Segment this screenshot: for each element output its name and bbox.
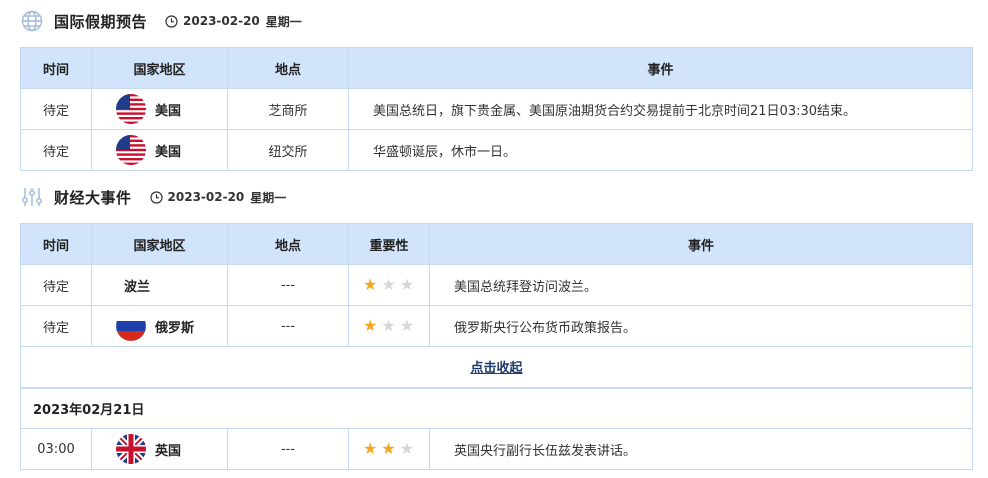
col-header-country: 国家地区 <box>91 47 228 89</box>
star-empty-icon: ★ <box>399 316 415 335</box>
importance-stars: ★ ★ ★ <box>349 441 429 457</box>
clock-icon <box>149 190 163 204</box>
cell-place: --- <box>227 428 349 470</box>
sliders-icon <box>20 185 44 209</box>
collapse-row: 点击收起 <box>20 346 973 388</box>
col-header-place: 地点 <box>227 47 349 89</box>
col-header-place: 地点 <box>227 223 349 265</box>
importance-stars: ★ ★ ★ <box>349 277 429 293</box>
events-section-title: 财经大事件 <box>54 188 132 207</box>
cell-time: 待定 <box>20 264 92 306</box>
cell-country: 俄罗斯 <box>91 305 228 347</box>
col-header-event: 事件 <box>429 223 973 265</box>
cell-time: 待定 <box>20 305 92 347</box>
cell-importance: ★ ★ ★ <box>348 305 430 347</box>
cell-country: 美国 <box>91 129 228 171</box>
col-header-country: 国家地区 <box>91 223 228 265</box>
cell-importance: ★ ★ ★ <box>348 264 430 306</box>
star-empty-icon: ★ <box>381 316 396 335</box>
cell-country: 美国 <box>91 88 228 130</box>
cell-time: 待定 <box>20 129 92 171</box>
col-header-time: 时间 <box>20 223 92 265</box>
events-table: 时间 国家地区 地点 重要性 事件 待定 波兰 --- ★ ★ ★ 美国总统拜登访问… <box>20 223 973 470</box>
cell-country: 英国 <box>91 428 228 470</box>
cell-event: 美国总统日，旗下贵金属、美国原油期货合约交易提前于北京时间21日03:30结束。 <box>348 88 973 130</box>
cell-event: 华盛顿诞辰，休市一日。 <box>348 129 973 171</box>
col-header-time: 时间 <box>20 47 92 89</box>
cell-event: 俄罗斯央行公布货币政策报告。 <box>429 305 973 347</box>
star-filled-icon: ★ <box>363 316 378 335</box>
cell-place: 芝商所 <box>227 88 349 130</box>
star-empty-icon: ★ <box>381 275 396 294</box>
holiday-table: 时间 国家地区 地点 事件 待定 美国 芝商所 美国总统日，旗下贵金属、美国原油… <box>20 47 973 171</box>
table-row: 待定 美国 纽交所 华盛顿诞辰，休市一日。 <box>20 129 973 171</box>
star-empty-icon: ★ <box>399 275 415 294</box>
cell-event: 英国央行副行长伍兹发表讲话。 <box>429 428 973 470</box>
cell-event: 美国总统拜登访问波兰。 <box>429 264 973 306</box>
cell-place: --- <box>227 264 349 306</box>
star-filled-icon: ★ <box>381 439 396 458</box>
holiday-section-date: 2023-02-20 星期一 <box>165 13 302 30</box>
us-flag-icon <box>116 94 146 124</box>
date-separator-row: 2023年02月21日 <box>20 386 973 429</box>
cell-time: 待定 <box>20 88 92 130</box>
star-filled-icon: ★ <box>363 275 378 294</box>
cell-time: 03:00 <box>20 428 92 470</box>
russia-flag-icon <box>116 311 146 341</box>
cell-place: 纽交所 <box>227 129 349 171</box>
holiday-section-header: 国际假期预告 2023-02-20 星期一 <box>20 6 302 36</box>
table-row: 待定 美国 芝商所 美国总统日，旗下贵金属、美国原油期货合约交易提前于北京时间2… <box>20 88 973 130</box>
cell-place: --- <box>227 305 349 347</box>
holiday-section-title: 国际假期预告 <box>54 12 148 31</box>
table-header-row: 时间 国家地区 地点 事件 <box>20 47 973 89</box>
col-header-event: 事件 <box>348 47 973 89</box>
collapse-link[interactable]: 点击收起 <box>470 361 522 376</box>
importance-stars: ★ ★ ★ <box>349 318 429 334</box>
table-row: 03:00 英国 --- ★ ★ ★ 英国央行副行长伍兹发表讲话。 <box>20 428 973 470</box>
col-header-importance: 重要性 <box>348 223 430 265</box>
globe-icon <box>20 9 44 33</box>
events-section-date: 2023-02-20 星期一 <box>149 189 286 206</box>
date-separator: 2023年02月21日 <box>20 386 973 429</box>
cell-country: 波兰 <box>91 264 228 306</box>
cell-importance: ★ ★ ★ <box>348 428 430 470</box>
table-header-row: 时间 国家地区 地点 重要性 事件 <box>20 223 973 265</box>
star-empty-icon: ★ <box>399 439 415 458</box>
star-filled-icon: ★ <box>363 439 378 458</box>
clock-icon <box>165 14 178 28</box>
table-row: 待定 波兰 --- ★ ★ ★ 美国总统拜登访问波兰。 <box>20 264 973 306</box>
uk-flag-icon <box>116 434 146 464</box>
us-flag-icon <box>116 135 146 165</box>
events-section-header: 财经大事件 2023-02-20 星期一 <box>20 182 286 212</box>
table-row: 待定 俄罗斯 --- ★ ★ ★ 俄罗斯央行公布货币政策报告。 <box>20 305 973 347</box>
